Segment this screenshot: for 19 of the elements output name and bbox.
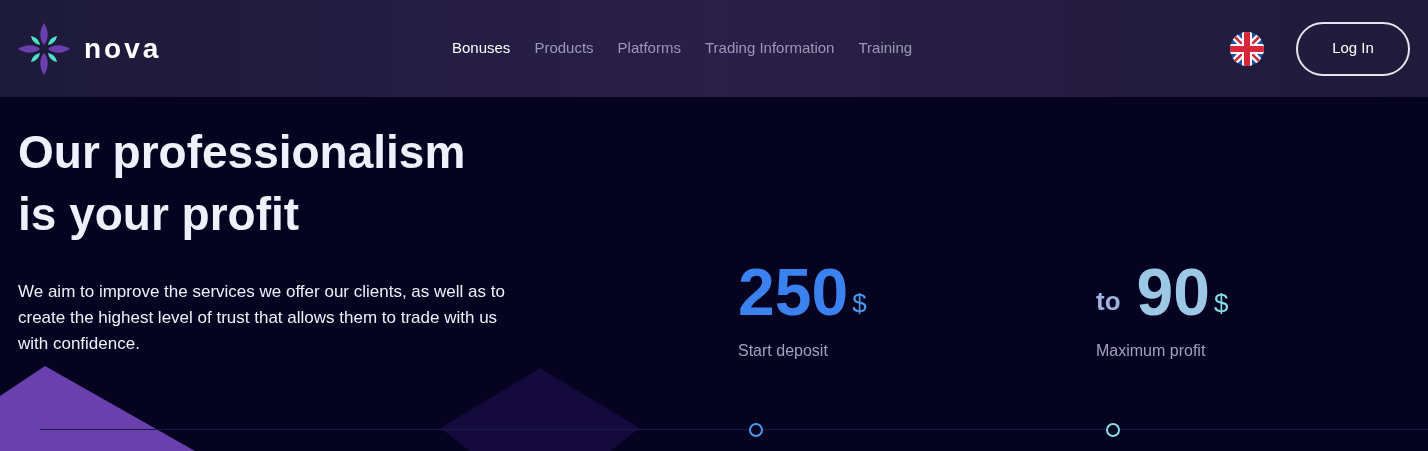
hero-title: is your profit	[18, 187, 301, 242]
login-button[interactable]: Log In	[1296, 21, 1410, 76]
nav-link[interactable]: Trading Information	[704, 37, 835, 60]
logo-text: nova	[84, 31, 162, 66]
stat-label: Maximum profit	[1096, 341, 1207, 361]
stat-unit: $	[852, 287, 867, 320]
nav-link[interactable]: Platforms	[617, 37, 681, 60]
nav-link[interactable]: Training	[858, 37, 913, 60]
uk-flag-icon	[1230, 31, 1264, 66]
stat-prefix: to	[1096, 285, 1121, 318]
nav-link[interactable]: Bonuses	[452, 37, 511, 60]
stat-value: 90	[1136, 259, 1210, 325]
stat-label: Start deposit	[738, 341, 829, 361]
hero-title: Our professionalism	[18, 125, 467, 180]
flower-logo-icon	[18, 22, 70, 75]
stat-unit: $	[1213, 287, 1229, 320]
nav-link[interactable]: Products	[534, 37, 594, 60]
stat-value: 250	[738, 259, 849, 325]
hero-text: We aim to improve the services we offer our clients, as well as to create the highest level of trust that allows them to trade with us with confidence.	[18, 281, 506, 355]
